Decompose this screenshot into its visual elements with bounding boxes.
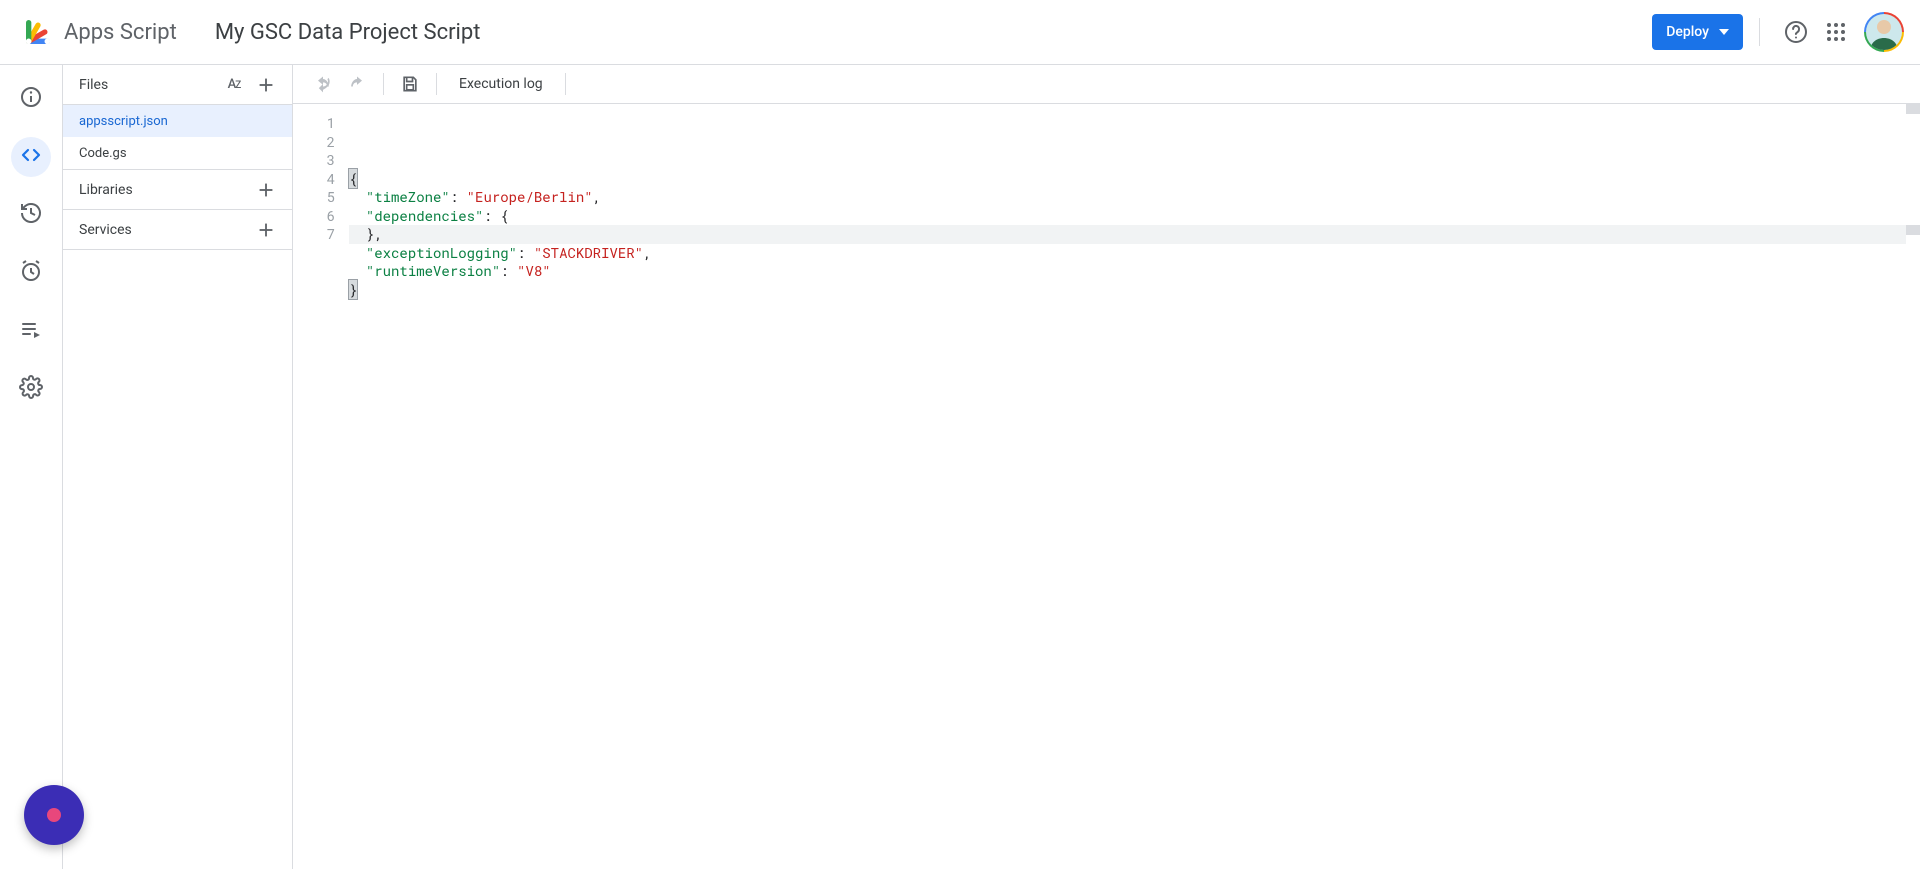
services-section-header: Services [63,210,292,250]
file-item[interactable]: appsscript.json [63,105,292,137]
plus-icon [255,74,277,96]
sort-files-button[interactable]: AZ [218,69,250,101]
plus-icon [255,179,277,201]
chevron-down-icon [1719,29,1729,35]
add-library-button[interactable] [250,174,282,206]
redo-icon [347,74,367,94]
header: Apps Script My GSC Data Project Script D… [0,0,1920,65]
line-number: 7 [293,225,335,244]
left-nav-rail [0,65,62,869]
help-icon[interactable] [1776,12,1816,52]
record-fab-button[interactable] [24,785,84,845]
logo-area: Apps Script [22,16,177,48]
line-number: 1 [293,114,335,133]
apps-grid-icon[interactable] [1816,12,1856,52]
avatar-image [1866,14,1902,50]
history-icon [19,201,43,229]
undo-icon [313,74,333,94]
nav-settings[interactable] [11,369,51,409]
product-name: Apps Script [64,20,177,45]
separator [1759,18,1760,46]
editor-toolbar: Execution log [293,65,1920,104]
account-avatar[interactable] [1864,12,1904,52]
line-number: 6 [293,207,335,226]
add-file-button[interactable] [250,69,282,101]
sidebar: Files AZ appsscript.jsonCode.gs Librarie… [62,65,293,869]
nav-editor[interactable] [11,137,51,177]
save-button[interactable] [394,68,426,100]
separator [383,73,384,95]
sort-az-icon: AZ [228,77,241,92]
code-editor[interactable]: 1234567 { "timeZone": "Europe/Berlin", "… [293,104,1920,869]
files-label: Files [79,77,108,93]
file-item[interactable]: Code.gs [63,137,292,169]
project-title[interactable]: My GSC Data Project Script [215,20,481,45]
separator [436,73,437,95]
line-number: 5 [293,188,335,207]
undo-button[interactable] [307,68,339,100]
add-service-button[interactable] [250,214,282,246]
text-cursor [357,283,358,299]
nav-overview[interactable] [11,79,51,119]
save-icon [400,74,420,94]
info-icon [19,85,43,113]
nav-executions[interactable] [11,311,51,351]
files-section-header: Files AZ [63,65,292,105]
files-list: appsscript.jsonCode.gs [63,105,292,170]
execution-log-button[interactable]: Execution log [447,76,555,92]
playlist-icon [19,317,43,345]
libraries-label: Libraries [79,182,133,198]
redo-button[interactable] [341,68,373,100]
code-icon [19,143,43,171]
record-dot-icon [47,808,61,822]
line-number: 3 [293,151,335,170]
line-number: 2 [293,133,335,152]
line-number: 4 [293,170,335,189]
deploy-button-label: Deploy [1666,24,1709,40]
alarm-icon [19,259,43,287]
code-content[interactable]: { "timeZone": "Europe/Berlin", "dependen… [349,104,1920,869]
libraries-section-header: Libraries [63,170,292,210]
apps-script-logo-icon [22,16,54,48]
plus-icon [255,219,277,241]
line-gutter: 1234567 [293,104,349,869]
nav-history[interactable] [11,195,51,235]
services-label: Services [79,222,132,238]
separator [565,73,566,95]
editor-area: Execution log 1234567 { "timeZone": "Eur… [293,65,1920,869]
deploy-button[interactable]: Deploy [1652,14,1743,50]
nav-triggers[interactable] [11,253,51,293]
scrollbar-marker [1906,104,1920,114]
gear-icon [19,375,43,403]
